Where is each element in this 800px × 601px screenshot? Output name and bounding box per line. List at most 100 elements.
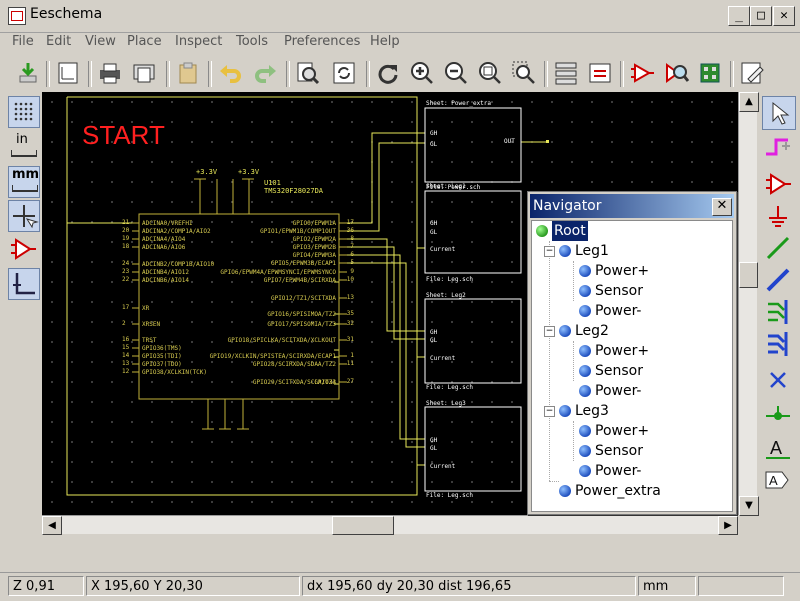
zoom-fit-icon[interactable] bbox=[476, 59, 504, 87]
zoom-in-icon[interactable] bbox=[408, 59, 436, 87]
redraw-icon[interactable] bbox=[374, 59, 402, 87]
horizontal-scrollbar[interactable]: ◀ ▶ bbox=[42, 515, 738, 535]
menu-place[interactable]: Place bbox=[127, 34, 162, 49]
wire-bus-entry-button[interactable] bbox=[762, 296, 794, 328]
ic-pin-number: 16 bbox=[122, 336, 130, 343]
add-junction-button[interactable] bbox=[762, 400, 794, 432]
footprint-assign-icon[interactable] bbox=[696, 59, 724, 87]
cursor-shape-button[interactable] bbox=[8, 200, 40, 232]
svg-text:A: A bbox=[769, 473, 778, 488]
hidden-pins-icon bbox=[11, 238, 36, 260]
add-label-button[interactable]: A bbox=[762, 432, 794, 464]
tree-label: Power+ bbox=[595, 343, 650, 359]
sheet-power-extra[interactable] bbox=[424, 107, 522, 183]
menu-help[interactable]: Help bbox=[370, 34, 400, 49]
ic-pin-number: 27 bbox=[347, 378, 355, 385]
power-label-1: +3.3V bbox=[196, 168, 218, 176]
add-power-button[interactable] bbox=[762, 200, 794, 232]
net-label-icon: A bbox=[766, 438, 790, 459]
close-window-button[interactable]: ✕ bbox=[773, 6, 795, 26]
leave-sheet-icon[interactable] bbox=[586, 59, 614, 87]
status-zoom: Z 0,91 bbox=[8, 576, 84, 596]
pin-gl: GL bbox=[430, 445, 438, 452]
hidden-pins-button[interactable] bbox=[8, 234, 38, 264]
print-icon[interactable] bbox=[96, 59, 124, 87]
scroll-right-arrow[interactable]: ▶ bbox=[718, 516, 738, 535]
scroll-down-arrow[interactable]: ▼ bbox=[739, 496, 759, 516]
symbol-editor-icon[interactable] bbox=[628, 59, 656, 87]
ic-pin-number: 17 bbox=[347, 219, 355, 226]
navigator-close-button[interactable]: ✕ bbox=[712, 198, 732, 216]
horizontal-scroll-thumb[interactable] bbox=[332, 516, 394, 535]
tree-label: Sensor bbox=[595, 363, 643, 379]
ic-pin-label: ADCINA6/AIO6 bbox=[142, 244, 186, 251]
mm-units-button[interactable]: mm bbox=[8, 166, 40, 198]
scroll-up-arrow[interactable]: ▲ bbox=[739, 92, 759, 112]
node-icon bbox=[579, 305, 591, 317]
pin-gl: GL bbox=[430, 229, 438, 236]
menu-inspect[interactable]: Inspect bbox=[175, 34, 222, 49]
tree-label-power-extra: Power_extra bbox=[575, 483, 661, 499]
sheet-leg1[interactable] bbox=[424, 190, 522, 274]
scroll-left-arrow[interactable]: ◀ bbox=[42, 516, 62, 535]
wire-entry-icon bbox=[768, 300, 788, 324]
ic-pin-label: GPIO7/EPWM4B/SCIRXDA bbox=[264, 277, 337, 284]
select-tool-button[interactable] bbox=[762, 96, 796, 130]
ic-pin-label: GPIO19/XCLKIN/SPISTEA/SCIRXDA/ECAP1 bbox=[210, 353, 337, 360]
sheet-file-leg2: File: Leg.sch bbox=[426, 384, 473, 391]
save-icon[interactable] bbox=[14, 59, 42, 87]
add-wire-button[interactable] bbox=[762, 232, 794, 264]
highlight-net-button[interactable] bbox=[762, 132, 794, 164]
vertical-scrollbar[interactable]: ▲ ▼ bbox=[738, 92, 759, 516]
ic-pin-label: GPIO34 bbox=[314, 379, 336, 386]
find-icon[interactable] bbox=[294, 59, 322, 87]
find-replace-icon[interactable] bbox=[330, 59, 358, 87]
menu-preferences[interactable]: Preferences bbox=[284, 34, 360, 49]
vertical-scroll-thumb[interactable] bbox=[739, 262, 758, 288]
undo-icon[interactable] bbox=[216, 59, 244, 87]
tree-label: Power- bbox=[595, 383, 642, 399]
navigator-title-bar[interactable]: Navigator ✕ bbox=[530, 194, 734, 218]
zoom-out-icon[interactable] bbox=[442, 59, 470, 87]
grid-toggle-button[interactable] bbox=[8, 96, 40, 128]
add-symbol-button[interactable] bbox=[762, 168, 794, 200]
inches-units-button[interactable]: in bbox=[8, 132, 38, 162]
sheet-leg3[interactable] bbox=[424, 406, 522, 492]
paste-icon[interactable] bbox=[174, 59, 202, 87]
node-icon bbox=[559, 325, 571, 337]
plot-icon[interactable] bbox=[130, 59, 158, 87]
menu-file[interactable]: File bbox=[12, 34, 34, 49]
ic-pin-label: XRSEN bbox=[142, 321, 160, 328]
node-icon bbox=[579, 425, 591, 437]
node-icon bbox=[559, 245, 571, 257]
menu-edit[interactable]: Edit bbox=[46, 34, 71, 49]
add-global-label-button[interactable]: A bbox=[762, 464, 794, 496]
minimize-button[interactable]: _ bbox=[728, 6, 750, 26]
ic-u101[interactable]: +3.3V +3.3V U101 TMS320F28027DA ADCINA0/… bbox=[122, 168, 355, 430]
ic-pin-number: 21 bbox=[122, 219, 130, 226]
ic-pin-label: GPIO6/EPWM4A/EPWMSYNCI/EPWMSYNCO bbox=[220, 269, 336, 276]
ic-pin-label: GPIO1/EPWM1B/COMP1OUT bbox=[260, 228, 336, 235]
symbol-browser-icon[interactable] bbox=[662, 59, 690, 87]
expand-leg2-toggle[interactable]: − bbox=[544, 326, 555, 337]
bus-bus-entry-button[interactable] bbox=[762, 328, 794, 360]
menu-tools[interactable]: Tools bbox=[236, 34, 268, 49]
add-bus-button[interactable] bbox=[762, 264, 794, 296]
expand-leg3-toggle[interactable]: − bbox=[544, 406, 555, 417]
zoom-selection-icon[interactable] bbox=[510, 59, 538, 87]
redo-icon[interactable] bbox=[252, 59, 280, 87]
sheet-setup-icon[interactable] bbox=[54, 59, 82, 87]
node-icon bbox=[579, 345, 591, 357]
wire-angle-button[interactable] bbox=[8, 268, 40, 300]
no-connect-button[interactable] bbox=[762, 364, 794, 396]
arrow-cursor-icon bbox=[772, 101, 790, 125]
annotate-icon[interactable] bbox=[738, 59, 766, 87]
expand-leg1-toggle[interactable]: − bbox=[544, 246, 555, 257]
maximize-button[interactable]: □ bbox=[750, 6, 772, 26]
hierarchy-navigator-icon[interactable] bbox=[552, 59, 580, 87]
ic-pin-number: 5 bbox=[350, 259, 354, 266]
sheet-leg2[interactable] bbox=[424, 298, 522, 384]
ic-pin-number: 2 bbox=[122, 320, 126, 327]
menu-view[interactable]: View bbox=[85, 34, 116, 49]
ic-pin-number: 1 bbox=[350, 352, 354, 359]
